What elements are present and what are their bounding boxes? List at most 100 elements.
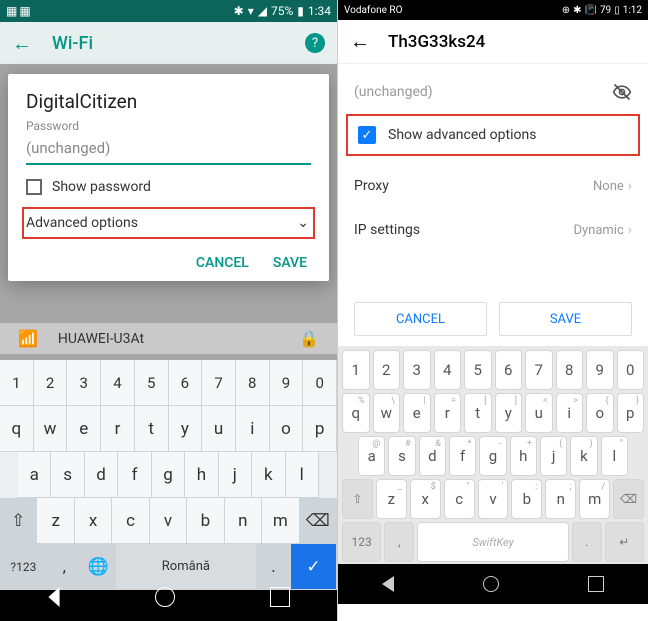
- cancel-button[interactable]: CANCEL: [196, 255, 249, 271]
- key-w[interactable]: w\: [373, 393, 401, 433]
- space-key[interactable]: SwiftKey: [417, 522, 568, 562]
- key-k[interactable]: k): [570, 436, 597, 476]
- key-n[interactable]: n;: [545, 479, 576, 519]
- key-l[interactable]: l: [286, 452, 319, 498]
- key-h[interactable]: h: [185, 452, 218, 498]
- back-arrow-icon[interactable]: ←: [350, 29, 370, 54]
- symbols-key[interactable]: ?123: [0, 544, 48, 590]
- background-wifi-row[interactable]: 📶 HUAWEI-U3At 🔒: [0, 323, 337, 354]
- key-f[interactable]: f: [118, 452, 151, 498]
- key-1[interactable]: 1: [342, 350, 370, 390]
- key-2[interactable]: 2: [373, 350, 401, 390]
- shift-key[interactable]: ⇧: [0, 498, 37, 544]
- key-b[interactable]: b:: [511, 479, 542, 519]
- globe-key[interactable]: 🌐: [82, 544, 116, 590]
- key-y[interactable]: y: [169, 406, 203, 452]
- key-w[interactable]: w: [34, 406, 68, 452]
- key-j[interactable]: j(: [540, 436, 567, 476]
- key-q[interactable]: q%: [342, 393, 370, 433]
- shift-key[interactable]: ⇧: [342, 479, 373, 519]
- key-j[interactable]: j: [219, 452, 252, 498]
- nav-back-icon[interactable]: [49, 587, 60, 607]
- nav-home-icon[interactable]: [483, 576, 499, 592]
- period-key[interactable]: .: [572, 522, 602, 562]
- keyboard[interactable]: 1 2 3 4 5 6 7 8 9 0 q w e r t y u i o p …: [0, 360, 337, 573]
- enter-key[interactable]: ✓: [291, 544, 337, 590]
- key-7[interactable]: 7: [202, 360, 236, 406]
- key-a[interactable]: a@: [358, 436, 385, 476]
- key-x[interactable]: x: [75, 498, 112, 544]
- proxy-row[interactable]: Proxy None ›: [338, 164, 648, 208]
- backspace-key[interactable]: ⌫: [613, 479, 644, 519]
- key-t[interactable]: t[: [464, 393, 492, 433]
- comma-key[interactable]: ,: [384, 522, 414, 562]
- nav-recents-icon[interactable]: [270, 587, 290, 607]
- key-4[interactable]: 4: [101, 360, 135, 406]
- key-c[interactable]: c": [444, 479, 475, 519]
- key-3[interactable]: 3: [67, 360, 101, 406]
- key-u[interactable]: u: [202, 406, 236, 452]
- password-input[interactable]: [26, 135, 311, 165]
- show-advanced-checkbox[interactable]: ✓ Show advanced options: [346, 114, 640, 156]
- key-5[interactable]: 5: [464, 350, 492, 390]
- key-i[interactable]: i: [236, 406, 270, 452]
- key-z[interactable]: z_: [376, 479, 407, 519]
- period-key[interactable]: .: [257, 544, 291, 590]
- key-g[interactable]: g: [152, 452, 185, 498]
- key-5[interactable]: 5: [135, 360, 169, 406]
- key-v[interactable]: v: [150, 498, 187, 544]
- key-8[interactable]: 8: [236, 360, 270, 406]
- key-0[interactable]: 0: [617, 350, 645, 390]
- key-c[interactable]: c: [112, 498, 149, 544]
- show-password-checkbox[interactable]: Show password: [26, 179, 311, 195]
- space-key[interactable]: Română: [116, 544, 257, 590]
- key-6[interactable]: 6: [169, 360, 203, 406]
- key-s[interactable]: s: [51, 452, 84, 498]
- backspace-key[interactable]: ⌫: [300, 498, 337, 544]
- key-t[interactable]: t: [135, 406, 169, 452]
- key-8[interactable]: 8: [556, 350, 584, 390]
- key-q[interactable]: q: [0, 406, 34, 452]
- key-2[interactable]: 2: [34, 360, 68, 406]
- key-6[interactable]: 6: [495, 350, 523, 390]
- ip-settings-row[interactable]: IP settings Dynamic ›: [338, 208, 648, 252]
- nav-recents-icon[interactable]: [588, 576, 604, 592]
- key-9[interactable]: 9: [586, 350, 614, 390]
- nav-home-icon[interactable]: [155, 587, 175, 607]
- key-r[interactable]: r=: [434, 393, 462, 433]
- key-s[interactable]: s#: [388, 436, 415, 476]
- key-o[interactable]: o: [270, 406, 304, 452]
- key-z[interactable]: z: [37, 498, 74, 544]
- key-n[interactable]: n: [225, 498, 262, 544]
- cancel-button[interactable]: CANCEL: [354, 302, 487, 336]
- keyboard[interactable]: 1 2 3 4 5 6 7 8 9 0 q% w\ e| r= t[ y] u<…: [338, 346, 648, 564]
- key-o[interactable]: o{: [586, 393, 614, 433]
- key-d[interactable]: d: [85, 452, 118, 498]
- key-r[interactable]: r: [101, 406, 135, 452]
- back-arrow-icon[interactable]: ←: [12, 31, 32, 56]
- key-y[interactable]: y]: [495, 393, 523, 433]
- advanced-options-dropdown[interactable]: Advanced options ⌄: [22, 207, 315, 239]
- key-u[interactable]: u<: [525, 393, 553, 433]
- password-input[interactable]: (unchanged): [338, 72, 648, 112]
- nav-back-icon[interactable]: [382, 576, 394, 592]
- key-x[interactable]: x$: [410, 479, 441, 519]
- key-h[interactable]: h+: [510, 436, 537, 476]
- help-icon[interactable]: ?: [305, 33, 325, 53]
- key-m[interactable]: m/: [579, 479, 610, 519]
- key-0[interactable]: 0: [303, 360, 337, 406]
- eye-off-icon[interactable]: [612, 82, 632, 102]
- key-m[interactable]: m: [262, 498, 299, 544]
- key-a[interactable]: a: [18, 452, 51, 498]
- key-f[interactable]: f*: [449, 436, 476, 476]
- key-d[interactable]: d&: [419, 436, 446, 476]
- save-button[interactable]: SAVE: [273, 255, 307, 271]
- key-g[interactable]: g-: [479, 436, 506, 476]
- key-l[interactable]: l°: [601, 436, 628, 476]
- key-7[interactable]: 7: [525, 350, 553, 390]
- symbols-key[interactable]: 123: [342, 522, 381, 562]
- key-e[interactable]: e: [67, 406, 101, 452]
- key-4[interactable]: 4: [434, 350, 462, 390]
- key-i[interactable]: i>: [556, 393, 584, 433]
- key-b[interactable]: b: [187, 498, 224, 544]
